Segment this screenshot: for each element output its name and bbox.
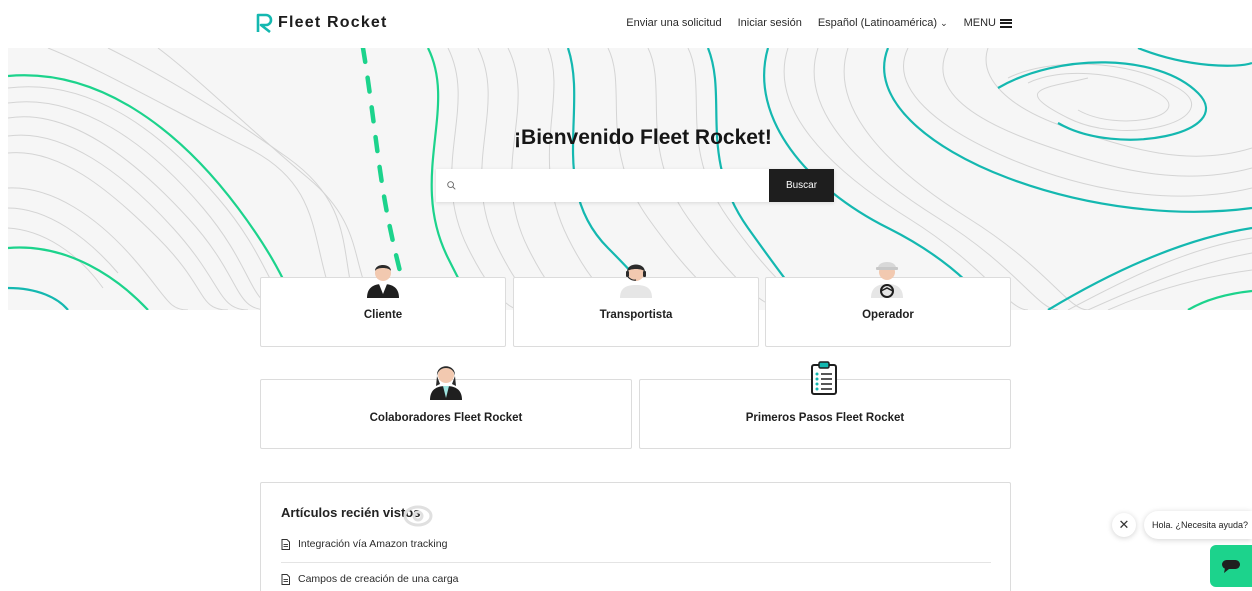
hero-title: ¡Bienvenido Fleet Rocket!	[514, 126, 772, 149]
sign-in-link[interactable]: Iniciar sesión	[738, 17, 802, 29]
carrier-avatar-icon	[620, 264, 652, 298]
search-icon	[447, 181, 456, 190]
chevron-down-icon: ⌄	[940, 17, 948, 28]
recent-article-link[interactable]: Campos de creación de una carga	[281, 573, 991, 585]
category-label: Transportista	[599, 309, 673, 321]
eye-icon	[403, 505, 433, 527]
recently-viewed-title: Artículos recién vistos	[281, 505, 421, 520]
menu-label: MENU	[963, 17, 996, 29]
article-title: Integración vía Amazon tracking	[298, 538, 448, 550]
submit-request-link[interactable]: Enviar una solicitud	[626, 17, 721, 29]
operator-avatar-icon	[871, 262, 903, 298]
language-selector[interactable]: Español (Latinoamérica) ⌄	[818, 17, 948, 29]
hamburger-icon	[1000, 18, 1012, 28]
category-label: Cliente	[363, 309, 403, 321]
chat-greeting-bubble[interactable]: Hola. ¿Necesita ayuda?	[1144, 511, 1252, 539]
logo[interactable]: Fleet Rocket	[256, 13, 388, 33]
search-field[interactable]	[436, 169, 769, 202]
top-nav: Enviar una solicitud Iniciar sesión Espa…	[626, 17, 1012, 29]
logo-text: Fleet Rocket	[278, 14, 388, 31]
recent-article-link[interactable]: Integración vía Amazon tracking	[281, 538, 991, 550]
category-label: Primeros Pasos Fleet Rocket	[745, 412, 905, 424]
language-label: Español (Latinoamérica)	[817, 17, 938, 29]
fleet-rocket-logo-icon	[256, 13, 273, 33]
menu-button[interactable]: MENU	[964, 17, 1012, 29]
category-label: Colaboradores Fleet Rocket	[369, 412, 523, 424]
collaborator-avatar-icon	[430, 366, 462, 400]
clipboard-icon	[811, 361, 837, 395]
close-icon: ✕	[1118, 517, 1130, 532]
article-title: Campos de creación de una carga	[298, 573, 459, 585]
site-header: Fleet Rocket Enviar una solicitud Inicia…	[0, 0, 1252, 48]
chat-icon	[1222, 560, 1240, 573]
category-label: Operador	[862, 309, 914, 321]
search-input[interactable]	[464, 179, 769, 192]
chat-close-button[interactable]: ✕	[1112, 513, 1136, 537]
document-icon	[281, 538, 290, 550]
divider	[281, 562, 991, 563]
recently-viewed-section: Artículos recién vistos Integración vía …	[260, 482, 1011, 591]
search-button[interactable]: Buscar	[769, 169, 834, 202]
document-icon	[281, 573, 290, 585]
client-avatar-icon	[367, 265, 399, 298]
search-bar: Buscar	[436, 169, 834, 202]
chat-launcher-button[interactable]	[1210, 545, 1252, 587]
